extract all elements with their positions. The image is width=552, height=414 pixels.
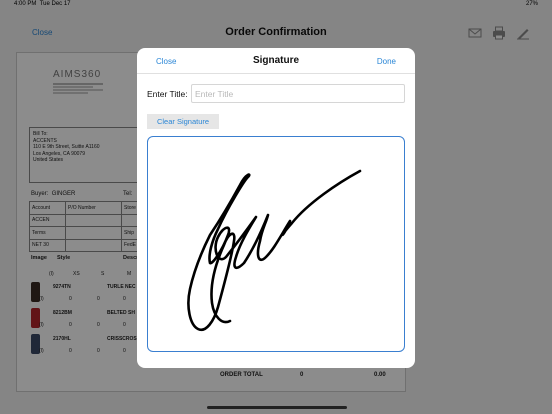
clear-signature-button[interactable]: Clear Signature (147, 114, 219, 129)
modal-header: Close Signature Done (137, 48, 415, 74)
signature-stroke (187, 169, 362, 332)
modal-title: Signature (252, 55, 300, 66)
title-input[interactable] (191, 84, 405, 103)
home-indicator[interactable] (207, 406, 347, 409)
title-field-label: Enter Title: (147, 89, 188, 99)
done-button[interactable]: Done (377, 57, 396, 66)
signature-modal: Close Signature Done Enter Title: Clear … (137, 48, 415, 368)
signature-pad[interactable] (147, 136, 405, 352)
